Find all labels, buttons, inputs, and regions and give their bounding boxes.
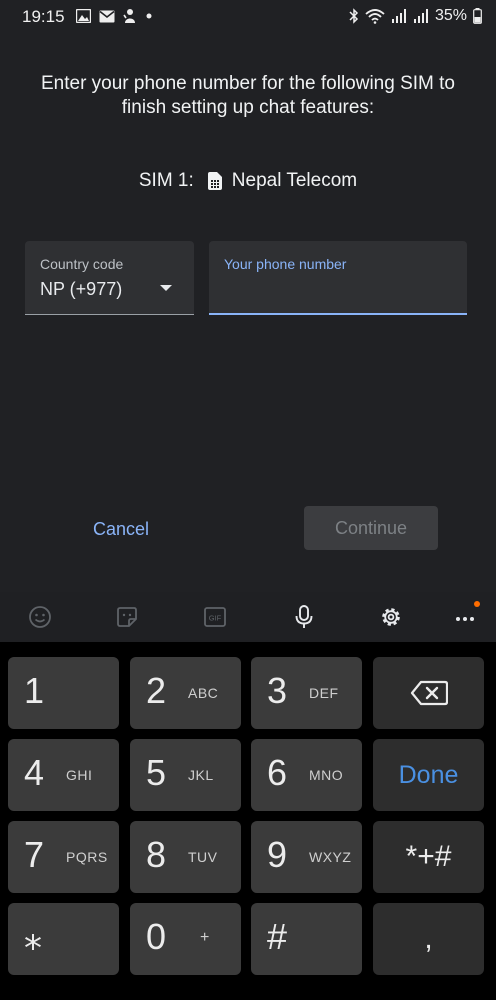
emoji-icon[interactable] <box>27 604 53 630</box>
numeric-keypad: 1 2 ABC 3 DEF 4 GHI 5 JKL 6 MNO Done 7 P… <box>0 642 496 1000</box>
bluetooth-icon <box>349 8 359 24</box>
done-label: Done <box>398 760 459 789</box>
wifi-icon <box>365 9 385 24</box>
keyboard-toolbar: GIF <box>0 592 496 642</box>
key-digit: 5 <box>146 752 167 793</box>
notification-dot-icon <box>474 601 480 607</box>
key-hash[interactable]: # <box>251 903 362 975</box>
sim-carrier-name: Nepal Telecom <box>231 170 358 191</box>
backspace-icon <box>410 680 448 706</box>
gif-label: GIF <box>209 614 222 623</box>
key-digit: 1 <box>24 670 45 711</box>
key-9[interactable]: 9 WXYZ <box>251 821 362 893</box>
key-digit: 6 <box>267 752 288 793</box>
key-digit: 3 <box>267 670 288 711</box>
key-digit: 2 <box>146 670 167 711</box>
key-8[interactable]: 8 TUV <box>130 821 241 893</box>
symbols-key[interactable]: *+# <box>373 821 484 893</box>
key-digit: 0 <box>146 916 167 957</box>
key-7[interactable]: 7 PQRS <box>8 821 119 893</box>
phone-number-input[interactable] <box>224 279 456 307</box>
cancel-button[interactable]: Cancel <box>60 508 182 550</box>
phone-number-label: Your phone number <box>224 256 347 272</box>
country-code-dropdown[interactable]: Country code NP (+977) <box>25 241 194 315</box>
sim-info: SIM 1: Nepal Telecom <box>0 170 496 192</box>
dot-icon <box>146 13 152 19</box>
gallery-icon <box>76 9 91 23</box>
key-letters: DEF <box>309 685 339 701</box>
key-asterisk[interactable]: ⁎ <box>8 903 119 975</box>
status-bar: 19:15 35% <box>0 0 496 34</box>
country-code-value: NP (+977) <box>40 279 123 299</box>
key-letters: GHI <box>66 767 93 783</box>
battery-icon <box>473 8 482 24</box>
key-4[interactable]: 4 GHI <box>8 739 119 811</box>
notification-app-icon <box>123 9 135 23</box>
more-icon[interactable] <box>452 601 480 630</box>
sim-card-icon <box>207 172 222 190</box>
continue-button[interactable]: Continue <box>304 506 438 550</box>
battery-percentage: 35% <box>434 7 467 24</box>
setup-prompt: Enter your phone number for the followin… <box>40 73 455 118</box>
key-letters: WXYZ <box>309 849 352 865</box>
phone-number-field[interactable]: Your phone number <box>209 241 467 315</box>
settings-icon[interactable] <box>378 604 404 630</box>
notification-icons <box>76 8 153 24</box>
key-digit: 7 <box>24 834 45 875</box>
key-5[interactable]: 5 JKL <box>130 739 241 811</box>
system-icons: 35% <box>349 7 482 25</box>
sticker-icon[interactable] <box>114 604 140 630</box>
key-digit: 8 <box>146 834 167 875</box>
dropdown-arrow-icon <box>160 285 172 291</box>
key-letters: PQRS <box>66 849 108 865</box>
signal-icon <box>413 9 428 23</box>
done-key[interactable]: Done <box>373 739 484 811</box>
key-digit: ⁎ <box>24 916 42 957</box>
key-digit: 9 <box>267 834 288 875</box>
key-letters: JKL <box>188 767 214 783</box>
sim-label: SIM 1: <box>138 170 194 191</box>
signal-icon <box>391 9 406 23</box>
mail-icon <box>99 10 115 22</box>
key-digit: 4 <box>24 752 45 793</box>
microphone-icon[interactable] <box>291 604 317 630</box>
symbols-label: *+# <box>405 840 452 873</box>
gif-icon[interactable]: GIF <box>202 604 228 630</box>
comma-label: , <box>424 922 433 955</box>
key-1[interactable]: 1 <box>8 657 119 729</box>
key-6[interactable]: 6 MNO <box>251 739 362 811</box>
key-letters: MNO <box>309 767 344 783</box>
comma-key[interactable]: , <box>373 903 484 975</box>
key-letters: TUV <box>188 849 218 865</box>
key-3[interactable]: 3 DEF <box>251 657 362 729</box>
backspace-key[interactable] <box>373 657 484 729</box>
key-2[interactable]: 2 ABC <box>130 657 241 729</box>
key-letters: + <box>200 929 210 946</box>
status-time: 19:15 <box>22 7 65 26</box>
key-digit: # <box>267 916 288 957</box>
key-letters: ABC <box>188 685 219 701</box>
key-0[interactable]: 0 + <box>130 903 241 975</box>
sim-carrier-group: Nepal Telecom <box>207 170 358 192</box>
country-code-label: Country code <box>40 256 124 272</box>
